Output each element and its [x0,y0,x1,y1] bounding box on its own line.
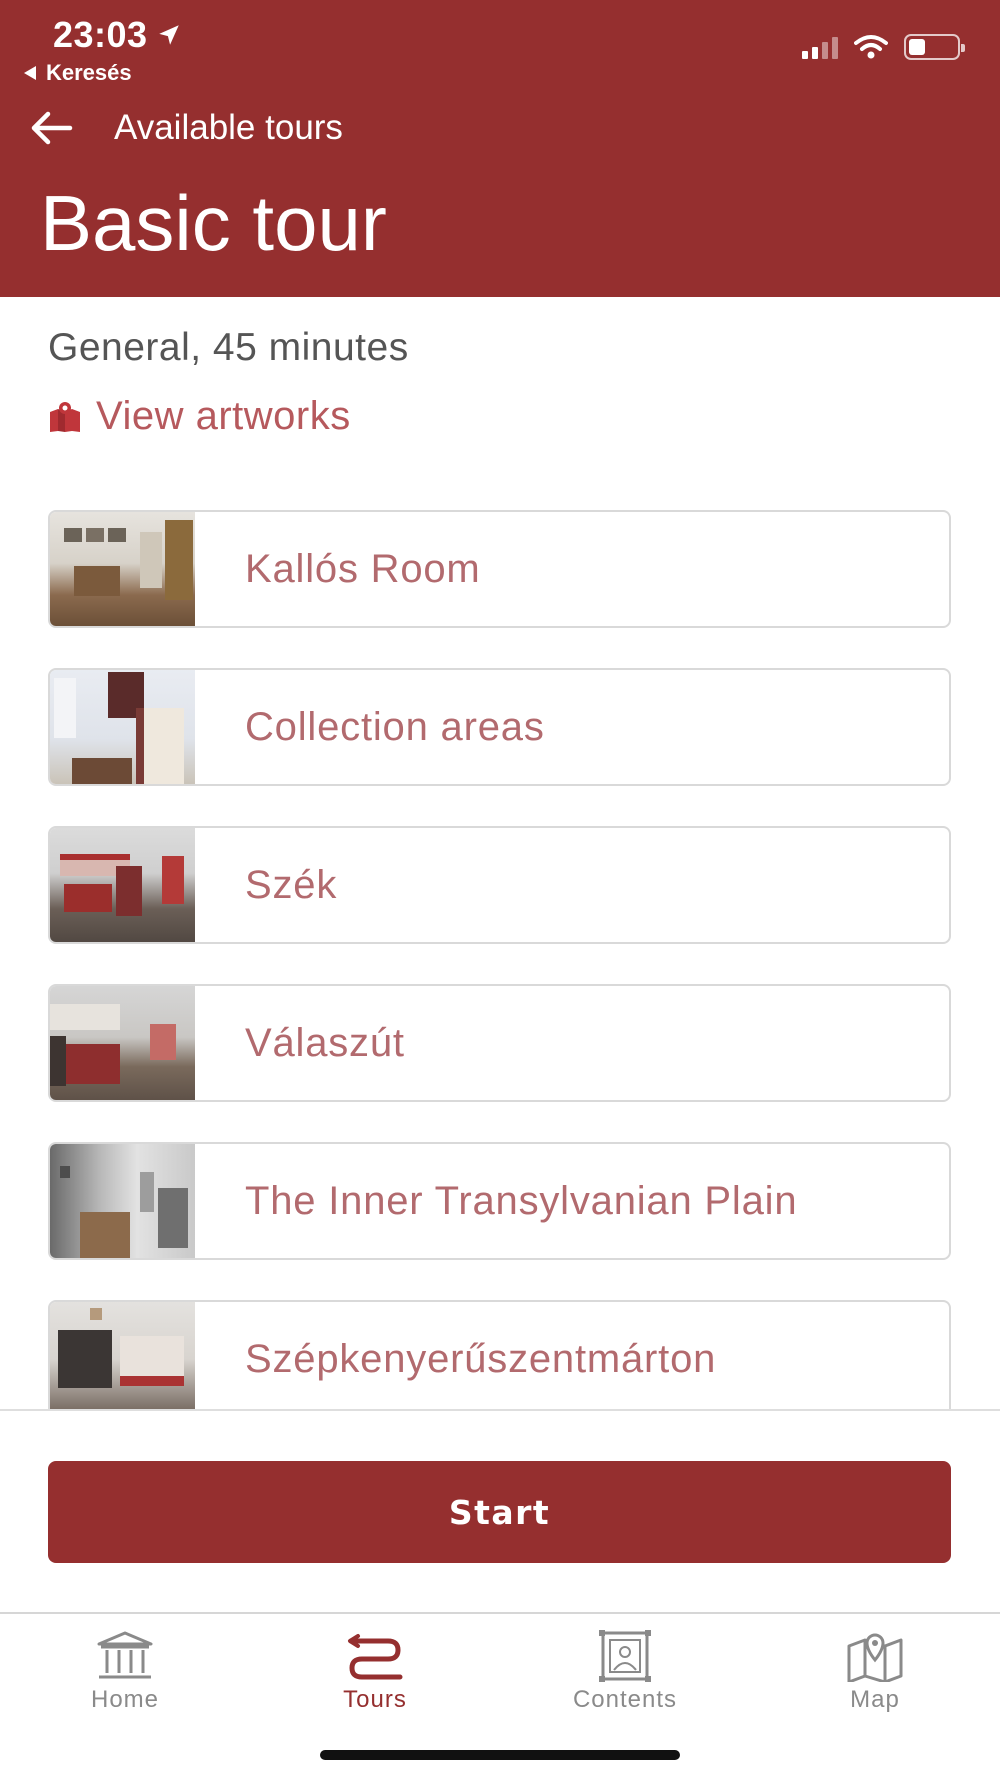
nav-row: Available tours [30,108,343,148]
map-icon [847,1633,903,1682]
page-title: Basic tour [40,179,387,267]
view-artworks-link[interactable]: View artworks [48,394,351,439]
cellular-signal-icon [802,35,838,59]
stop-label: Collection areas [245,704,545,749]
map-pin-icon [50,401,80,432]
clock: 23:03 [53,14,148,55]
stop-label: Kallós Room [245,546,481,591]
stop-label: The Inner Transylvanian Plain [245,1178,798,1223]
battery-icon [904,34,965,60]
view-artworks-label: View artworks [96,394,351,438]
route-icon [348,1634,403,1680]
wifi-icon [854,35,888,59]
status-indicators [802,34,965,60]
back-arrow-icon[interactable] [30,110,74,146]
stop-label: Válaszút [245,1020,405,1065]
list-item[interactable]: Collection areas [48,668,951,786]
stop-thumbnail [50,828,195,942]
list-item[interactable]: Válaszút [48,984,951,1102]
bottom-panel-divider [0,1409,1000,1411]
stop-thumbnail [50,1302,195,1410]
tab-tours[interactable]: Tours [275,1630,475,1714]
home-indicator[interactable] [320,1750,680,1760]
list-item[interactable]: The Inner Transylvanian Plain [48,1142,951,1260]
tab-map[interactable]: Map [775,1630,975,1714]
tab-label: Contents [572,1686,678,1713]
tab-label: Map [850,1686,900,1713]
stop-thumbnail [50,670,195,784]
tab-label: Tours [343,1686,407,1713]
back-label[interactable]: Available tours [114,108,343,148]
tab-label: Home [90,1686,160,1713]
stop-label: Szék [245,862,338,907]
stop-thumbnail [50,986,195,1100]
picture-frame-icon [599,1630,651,1682]
back-to-app[interactable]: Keresés [24,60,132,86]
app-header: 23:03 Keresés Available tours Basic tour [0,0,1000,297]
museum-icon [97,1631,153,1679]
stop-thumbnail [50,1144,195,1258]
list-item[interactable]: Kallós Room [48,510,951,628]
stop-label: Szépkenyerűszentmárton [245,1336,717,1381]
list-item[interactable]: Szépkenyerűszentmárton [48,1300,951,1410]
list-item[interactable]: Szék [48,826,951,944]
tour-stop-list: Kallós Room Collection areas Szék Válasz… [0,470,1000,1410]
back-triangle-icon [24,66,36,80]
tab-contents[interactable]: Contents [525,1630,725,1714]
back-app-label: Keresés [46,60,132,85]
start-tour-button[interactable]: Start [48,1461,951,1563]
status-time: 23:03 [53,14,182,56]
tab-home[interactable]: Home [25,1630,225,1714]
tour-subtitle: General, 45 minutes [48,326,409,369]
location-arrow-icon [158,25,179,45]
stop-thumbnail [50,512,195,626]
